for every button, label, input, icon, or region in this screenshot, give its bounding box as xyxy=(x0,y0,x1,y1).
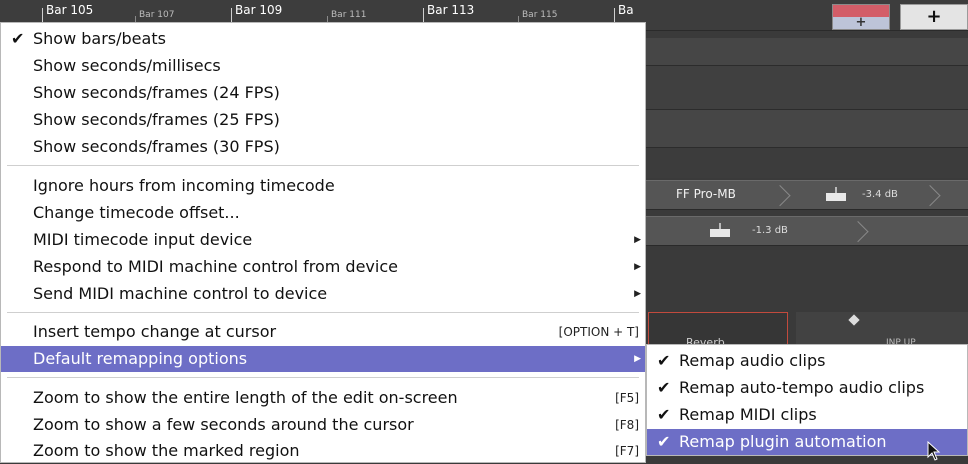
menu-item-label: Respond to MIDI machine control from dev… xyxy=(33,257,398,276)
menu-item-label: Insert tempo change at cursor xyxy=(33,322,277,341)
plus-icon: + xyxy=(926,6,942,27)
menu-item-zoom-marked-region[interactable]: Zoom to show the marked region [F7] xyxy=(1,438,645,464)
shortcut-label: [F8] xyxy=(615,418,639,432)
shortcut-label: [F7] xyxy=(615,444,639,458)
menu-item-label: Zoom to show a few seconds around the cu… xyxy=(33,415,414,434)
menu-item-zoom-around-cursor[interactable]: Zoom to show a few seconds around the cu… xyxy=(1,412,645,438)
checkmark-icon: ✔ xyxy=(657,405,671,424)
menu-separator xyxy=(7,165,639,166)
track-lane[interactable] xyxy=(640,110,968,148)
chevron-right-icon xyxy=(780,181,792,209)
chevron-right-icon xyxy=(858,217,870,245)
bar-label: Bar 111 xyxy=(331,10,367,20)
checkmark-icon: ✔ xyxy=(11,29,25,48)
gain-value: -3.4 dB xyxy=(862,189,898,200)
checkmark-icon: ✔ xyxy=(657,351,671,370)
track-lane[interactable] xyxy=(640,148,968,178)
menu-item-show-bars-beats[interactable]: ✔ Show bars/beats xyxy=(1,26,645,52)
submenu-arrow-icon: ▶ xyxy=(634,262,641,272)
submenu-item-remap-audio-clips[interactable]: ✔ Remap audio clips xyxy=(647,348,967,374)
volume-fader-icon[interactable] xyxy=(710,223,730,237)
menu-item-label: Show bars/beats xyxy=(33,29,166,48)
menu-item-send-mmc[interactable]: Send MIDI machine control to device ▶ xyxy=(1,281,645,307)
menu-item-midi-timecode-input[interactable]: MIDI timecode input device ▶ xyxy=(1,227,645,253)
plugin-chain-row[interactable]: -1.3 dB xyxy=(640,216,968,246)
menu-item-default-remapping[interactable]: Default remapping options ▶ xyxy=(1,346,645,372)
plus-icon: + xyxy=(855,15,867,30)
menu-item-label: Show seconds/frames (30 FPS) xyxy=(33,137,280,156)
menu-item-ignore-hours[interactable]: Ignore hours from incoming timecode xyxy=(1,173,645,199)
add-track-button[interactable]: + xyxy=(900,4,968,30)
menu-item-label: Show seconds/millisecs xyxy=(33,56,221,75)
menu-item-show-frames-24[interactable]: Show seconds/frames (24 FPS) xyxy=(1,80,645,106)
menu-item-label: Send MIDI machine control to device xyxy=(33,284,328,303)
shortcut-label: [F5] xyxy=(615,391,639,405)
menu-item-label: Show seconds/frames (25 FPS) xyxy=(33,110,280,129)
checkmark-icon: ✔ xyxy=(657,432,671,451)
menu-item-label: Zoom to show the entire length of the ed… xyxy=(33,388,458,407)
bar-label: Bar 109 xyxy=(235,3,283,17)
menu-separator xyxy=(7,377,639,378)
menu-item-label: Change timecode offset... xyxy=(33,203,240,222)
remapping-submenu: ✔ Remap audio clips ✔ Remap auto-tempo a… xyxy=(646,344,968,456)
menu-item-insert-tempo-change[interactable]: Insert tempo change at cursor [OPTION + … xyxy=(1,319,645,345)
menu-item-change-timecode-offset[interactable]: Change timecode offset... xyxy=(1,200,645,226)
bar-label: Bar 115 xyxy=(522,10,558,20)
bar-label: Ba xyxy=(618,3,634,17)
submenu-item-label: Remap MIDI clips xyxy=(679,405,817,424)
gain-value: -1.3 dB xyxy=(752,225,788,236)
submenu-arrow-icon: ▶ xyxy=(634,289,641,299)
submenu-item-remap-plugin-automation[interactable]: ✔ Remap plugin automation xyxy=(647,429,967,455)
bar-label: Bar 107 xyxy=(139,10,175,20)
track-lane[interactable] xyxy=(640,66,968,110)
submenu-item-label: Remap plugin automation xyxy=(679,432,887,451)
menu-item-show-seconds-millisecs[interactable]: Show seconds/millisecs xyxy=(1,53,645,79)
submenu-arrow-icon: ▶ xyxy=(634,354,641,364)
submenu-item-remap-midi-clips[interactable]: ✔ Remap MIDI clips xyxy=(647,402,967,428)
submenu-item-remap-auto-tempo[interactable]: ✔ Remap auto-tempo audio clips xyxy=(647,375,967,401)
timecode-context-menu: ✔ Show bars/beats Show seconds/millisecs… xyxy=(0,22,646,463)
menu-item-show-frames-25[interactable]: Show seconds/frames (25 FPS) xyxy=(1,107,645,133)
menu-item-zoom-entire-edit[interactable]: Zoom to show the entire length of the ed… xyxy=(1,385,645,411)
shortcut-label: [OPTION + T] xyxy=(558,325,639,339)
menu-item-show-frames-30[interactable]: Show seconds/frames (30 FPS) xyxy=(1,134,645,160)
menu-separator xyxy=(7,312,639,313)
submenu-arrow-icon: ▶ xyxy=(634,235,641,245)
checkmark-icon: ✔ xyxy=(657,378,671,397)
chevron-right-icon xyxy=(930,181,942,209)
plugin-chain-row[interactable]: FF Pro-MB -3.4 dB xyxy=(640,180,968,210)
submenu-item-label: Remap auto-tempo audio clips xyxy=(679,378,925,397)
menu-item-label: MIDI timecode input device xyxy=(33,230,253,249)
menu-item-label: Zoom to show the marked region xyxy=(33,441,300,460)
volume-fader-icon[interactable] xyxy=(826,187,846,201)
bar-label: Bar 113 xyxy=(427,3,475,17)
menu-item-label: Default remapping options xyxy=(33,349,248,368)
menu-item-label: Ignore hours from incoming timecode xyxy=(33,176,335,195)
menu-item-label: Show seconds/frames (24 FPS) xyxy=(33,83,280,102)
mouse-cursor-icon xyxy=(927,441,941,461)
submenu-item-label: Remap audio clips xyxy=(679,351,826,370)
bar-label: Bar 105 xyxy=(46,3,94,17)
add-tab-button[interactable]: + xyxy=(832,4,890,30)
track-lane[interactable] xyxy=(640,38,968,66)
plugin-name[interactable]: FF Pro-MB xyxy=(676,187,736,201)
menu-item-respond-mmc[interactable]: Respond to MIDI machine control from dev… xyxy=(1,254,645,280)
